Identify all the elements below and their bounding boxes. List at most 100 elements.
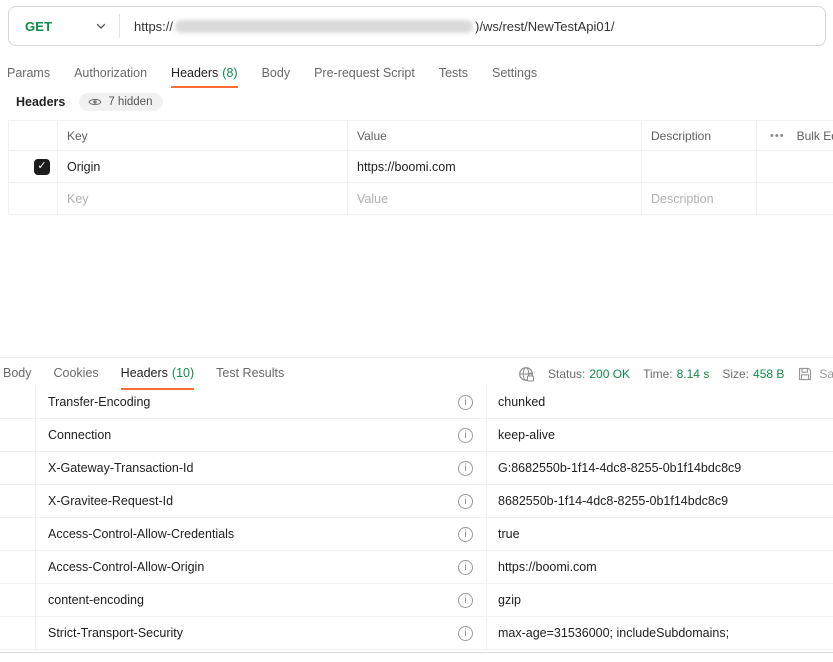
tab-body[interactable]: Body xyxy=(262,60,291,88)
bulk-actions-cell: ••• Bulk Edit xyxy=(756,121,833,150)
tab-label: Headers xyxy=(171,66,218,80)
response-header-value: chunked xyxy=(487,386,833,418)
table-row: Access-Control-Allow-Credentials true xyxy=(0,518,833,551)
row-gutter xyxy=(0,518,36,550)
time-label: Time: xyxy=(643,367,673,381)
column-divider xyxy=(57,121,58,215)
tab-label: Body xyxy=(3,366,32,380)
table-row: Strict-Transport-Security max-age=315360… xyxy=(0,617,833,650)
eye-icon xyxy=(88,96,102,108)
row-checkbox-checked[interactable] xyxy=(34,159,50,175)
row-gutter xyxy=(0,386,36,418)
table-row: X-Gateway-Transaction-Id G:8682550b-1f14… xyxy=(0,452,833,485)
row-select-cell xyxy=(9,183,57,214)
tab-authorization[interactable]: Authorization xyxy=(74,60,147,88)
tab-label: Body xyxy=(262,66,291,80)
size-label: Size: xyxy=(722,367,749,381)
new-key-input[interactable]: Key xyxy=(57,183,347,214)
table-row: Origin https://boomi.com xyxy=(9,151,833,183)
tab-label: Cookies xyxy=(54,366,99,380)
response-header-key: Strict-Transport-Security xyxy=(48,626,183,640)
hidden-headers-badge[interactable]: 7 hidden xyxy=(79,93,163,111)
row-extra-cell xyxy=(756,183,833,214)
response-header-value: gzip xyxy=(487,584,833,616)
save-response-button[interactable]: Save Response xyxy=(797,366,833,382)
response-headers-table: Transfer-Encoding chunked Connection kee… xyxy=(0,386,833,650)
row-gutter xyxy=(0,617,36,649)
table-header-row: Key Value Description ••• Bulk Edit xyxy=(9,121,833,151)
hidden-headers-count: 7 hidden xyxy=(108,96,152,108)
response-header-value: G:8682550b-1f14-4dc8-8255-0b1f14bdc8c9 xyxy=(487,452,833,484)
select-column-header xyxy=(9,121,57,150)
column-divider xyxy=(641,121,642,215)
status-stat: Status: 200 OK xyxy=(548,367,630,381)
response-header-key: Transfer-Encoding xyxy=(48,395,150,409)
table-row: Transfer-Encoding chunked xyxy=(0,386,833,419)
tab-label: Tests xyxy=(439,66,468,80)
table-placeholder-row: Key Value Description xyxy=(9,183,833,215)
response-header-key: Connection xyxy=(48,428,111,442)
row-gutter xyxy=(0,584,36,616)
info-icon[interactable] xyxy=(458,527,473,542)
info-icon[interactable] xyxy=(458,560,473,575)
url-prefix: https:// xyxy=(134,19,173,34)
chevron-down-icon xyxy=(95,20,107,32)
tab-settings[interactable]: Settings xyxy=(492,60,537,88)
response-header-key: Access-Control-Allow-Origin xyxy=(48,560,204,574)
info-icon[interactable] xyxy=(458,461,473,476)
url-input[interactable]: https:// )/ws/rest/NewTestApi01/ xyxy=(120,19,614,34)
headers-section-title: Headers xyxy=(16,95,65,109)
key-column-header: Key xyxy=(57,121,347,150)
response-header-key: X-Gravitee-Request-Id xyxy=(48,494,173,508)
response-header-key: content-encoding xyxy=(48,593,144,607)
table-row: Connection keep-alive xyxy=(0,419,833,452)
headers-section-header: Headers 7 hidden xyxy=(16,91,163,113)
method-label: GET xyxy=(25,19,52,34)
status-value: 200 OK xyxy=(589,367,630,381)
info-icon[interactable] xyxy=(458,626,473,641)
column-divider xyxy=(347,121,348,215)
tab-tests[interactable]: Tests xyxy=(439,60,468,88)
row-gutter xyxy=(0,551,36,583)
response-header-value: max-age=31536000; includeSubdomains; xyxy=(487,617,833,649)
new-description-input[interactable]: Description xyxy=(641,183,756,214)
new-value-input[interactable]: Value xyxy=(347,183,641,214)
bulk-edit-button[interactable]: Bulk Edit xyxy=(797,129,833,143)
url-suffix: )/ws/rest/NewTestApi01/ xyxy=(475,19,614,34)
tab-label: Test Results xyxy=(216,366,284,380)
table-row: X-Gravitee-Request-Id 8682550b-1f14-4dc8… xyxy=(0,485,833,518)
request-url-bar: GET https:// )/ws/rest/NewTestApi01/ xyxy=(8,6,826,46)
info-icon[interactable] xyxy=(458,428,473,443)
table-row: content-encoding gzip xyxy=(0,584,833,617)
row-select-cell xyxy=(9,151,57,182)
save-label: Save Response xyxy=(819,367,833,381)
save-icon xyxy=(797,366,813,382)
time-value: 8.14 s xyxy=(677,367,710,381)
tab-label: Settings xyxy=(492,66,537,80)
description-column-header: Description xyxy=(641,121,756,150)
row-gutter xyxy=(0,452,36,484)
header-description-cell[interactable] xyxy=(641,151,756,182)
more-options-icon[interactable]: ••• xyxy=(770,130,785,142)
tab-params[interactable]: Params xyxy=(7,60,50,88)
tab-count: (8) xyxy=(222,66,237,80)
header-value-cell[interactable]: https://boomi.com xyxy=(347,151,641,182)
info-icon[interactable] xyxy=(458,593,473,608)
url-redacted-segment xyxy=(175,20,473,33)
info-icon[interactable] xyxy=(458,395,473,410)
tab-pre-request-script[interactable]: Pre-request Script xyxy=(314,60,415,88)
row-gutter xyxy=(0,419,36,451)
request-headers-table: Key Value Description ••• Bulk Edit Orig… xyxy=(8,120,833,215)
status-label: Status: xyxy=(548,367,585,381)
info-icon[interactable] xyxy=(458,494,473,509)
response-header-value: 8682550b-1f14-4dc8-8255-0b1f14bdc8c9 xyxy=(487,485,833,517)
response-header-value: keep-alive xyxy=(487,419,833,451)
method-selector[interactable]: GET xyxy=(9,7,119,45)
response-header-value: true xyxy=(487,518,833,550)
tab-headers[interactable]: Headers (8) xyxy=(171,60,238,88)
globe-lock-icon[interactable] xyxy=(518,366,535,383)
header-key-cell[interactable]: Origin xyxy=(57,151,347,182)
tab-label: Authorization xyxy=(74,66,147,80)
size-value: 458 B xyxy=(753,367,784,381)
tab-label: Pre-request Script xyxy=(314,66,415,80)
